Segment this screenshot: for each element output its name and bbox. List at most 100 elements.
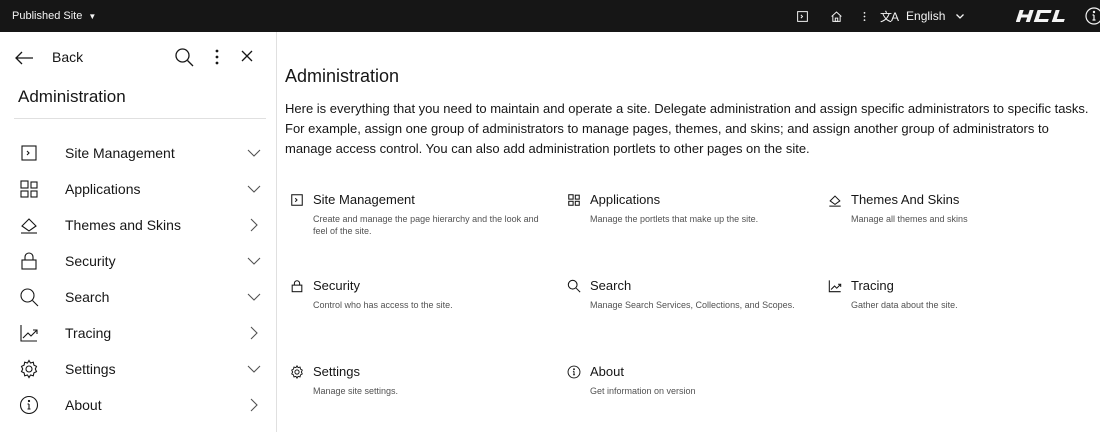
tracing-icon: [828, 278, 843, 293]
card-link[interactable]: Themes And Skins: [828, 192, 1078, 207]
chevron-down-icon: [247, 185, 261, 193]
sidebar-divider: [14, 118, 266, 119]
site-switcher[interactable]: Published Site ▼: [12, 0, 96, 32]
card-applications: Applications Manage the portlets that ma…: [567, 192, 817, 225]
card-themes-and-skins: Themes And Skins Manage all themes and s…: [828, 192, 1078, 225]
search-icon: [18, 286, 40, 308]
chevron-down-icon: [955, 11, 965, 21]
language-label: English: [906, 9, 946, 23]
sidebar-title: Administration: [18, 87, 126, 106]
main-content: Administration Here is everything that y…: [285, 32, 1100, 432]
home-icon[interactable]: [824, 0, 848, 32]
description-line: manage access control. You can also add …: [285, 141, 810, 156]
language-selector[interactable]: 文A English: [880, 0, 965, 32]
sidebar-item-themes-and-skins[interactable]: Themes and Skins: [0, 207, 276, 243]
sidebar-header: Back Administration: [0, 32, 276, 118]
card-settings: Settings Manage site settings.: [290, 364, 540, 397]
sidebar-item-settings[interactable]: Settings: [0, 351, 276, 387]
sidebar-item-label: Site Management: [65, 145, 175, 161]
sidebar-item-label: Applications: [65, 181, 141, 197]
card-title: Settings: [313, 364, 360, 379]
themes-skins-icon: [828, 192, 843, 207]
chevron-down-icon: [247, 365, 261, 373]
card-description: Create and manage the page hierarchy and…: [313, 214, 539, 236]
sidebar-item-label: Tracing: [65, 325, 112, 341]
tracing-icon: [18, 322, 40, 344]
lock-icon: [290, 278, 305, 293]
search-icon: [567, 278, 582, 293]
chevron-down-icon: [247, 257, 261, 265]
top-bar: Published Site ▼ 文A English: [0, 0, 1100, 32]
card-link[interactable]: Search: [567, 278, 817, 293]
search-icon[interactable]: [174, 47, 194, 67]
page-description: Here is everything that you need to main…: [285, 99, 1100, 159]
card-link[interactable]: Tracing: [828, 278, 1078, 293]
card-title: Themes And Skins: [851, 192, 960, 207]
sidebar-item-label: Security: [65, 253, 116, 269]
arrow-left-icon[interactable]: [14, 50, 34, 66]
card-link[interactable]: About: [567, 364, 817, 379]
chevron-down-icon: [247, 149, 261, 157]
overflow-menu-icon[interactable]: [852, 0, 876, 32]
site-switcher-label: Published Site: [12, 10, 83, 22]
sidebar-item-label: Settings: [65, 361, 116, 377]
description-line: For example, assign one group of adminis…: [285, 121, 1049, 136]
card-link[interactable]: Security: [290, 278, 540, 293]
chevron-right-icon: [250, 398, 258, 412]
card-description: Manage the portlets that make up the sit…: [590, 214, 759, 224]
card-title: Site Management: [313, 192, 415, 207]
card-site-management: Site Management Create and manage the pa…: [290, 192, 540, 237]
themes-skins-icon: [18, 214, 40, 236]
card-search: Search Manage Search Services, Collectio…: [567, 278, 817, 311]
console-icon[interactable]: [790, 0, 814, 32]
site-management-icon: [290, 192, 305, 207]
translate-icon: 文A: [880, 9, 899, 24]
sidebar-item-tracing[interactable]: Tracing: [0, 315, 276, 351]
card-description: Gather data about the site.: [851, 300, 958, 310]
caret-down-icon: ▼: [88, 11, 97, 21]
card-link[interactable]: Settings: [290, 364, 540, 379]
overflow-menu-icon[interactable]: [210, 47, 224, 67]
close-icon[interactable]: [240, 49, 254, 63]
sidebar-item-about[interactable]: About: [0, 387, 276, 423]
card-title: Security: [313, 278, 360, 293]
card-description: Get information on version: [590, 386, 696, 396]
info-icon: [567, 364, 582, 379]
card-title: About: [590, 364, 624, 379]
sidebar-item-security[interactable]: Security: [0, 243, 276, 279]
applications-icon: [567, 192, 582, 207]
applications-icon: [18, 178, 40, 200]
sidebar-item-site-management[interactable]: Site Management: [0, 135, 276, 171]
card-title: Search: [590, 278, 632, 293]
card-description: Manage Search Services, Collections, and…: [590, 300, 795, 310]
sidebar-item-search[interactable]: Search: [0, 279, 276, 315]
hcl-logo: [1016, 10, 1065, 22]
back-link[interactable]: Back: [52, 49, 83, 65]
card-title: Tracing: [851, 278, 894, 293]
sidebar-item-applications[interactable]: Applications: [0, 171, 276, 207]
card-tracing: Tracing Gather data about the site.: [828, 278, 1078, 311]
info-icon[interactable]: [1084, 6, 1100, 26]
card-link[interactable]: Applications: [567, 192, 817, 207]
sidebar-item-label: Themes and Skins: [65, 217, 181, 233]
info-icon: [18, 394, 40, 416]
gear-icon: [18, 358, 40, 380]
card-description: Manage site settings.: [313, 386, 399, 396]
site-management-icon: [18, 142, 40, 164]
sidebar: Back Administration Site Management Appl…: [0, 32, 277, 432]
sidebar-item-label: About: [65, 397, 102, 413]
card-description: Manage all themes and skins: [851, 214, 968, 224]
lock-icon: [18, 250, 40, 272]
sidebar-item-label: Search: [65, 289, 110, 305]
card-title: Applications: [590, 192, 661, 207]
card-link[interactable]: Site Management: [290, 192, 540, 207]
chevron-down-icon: [247, 293, 261, 301]
card-description: Control who has access to the site.: [313, 300, 453, 310]
chevron-right-icon: [250, 326, 258, 340]
card-about: About Get information on version: [567, 364, 817, 397]
description-line: Here is everything that you need to main…: [285, 101, 1089, 116]
gear-icon: [290, 364, 305, 379]
card-security: Security Control who has access to the s…: [290, 278, 540, 311]
chevron-right-icon: [250, 218, 258, 232]
page-title: Administration: [285, 66, 400, 86]
